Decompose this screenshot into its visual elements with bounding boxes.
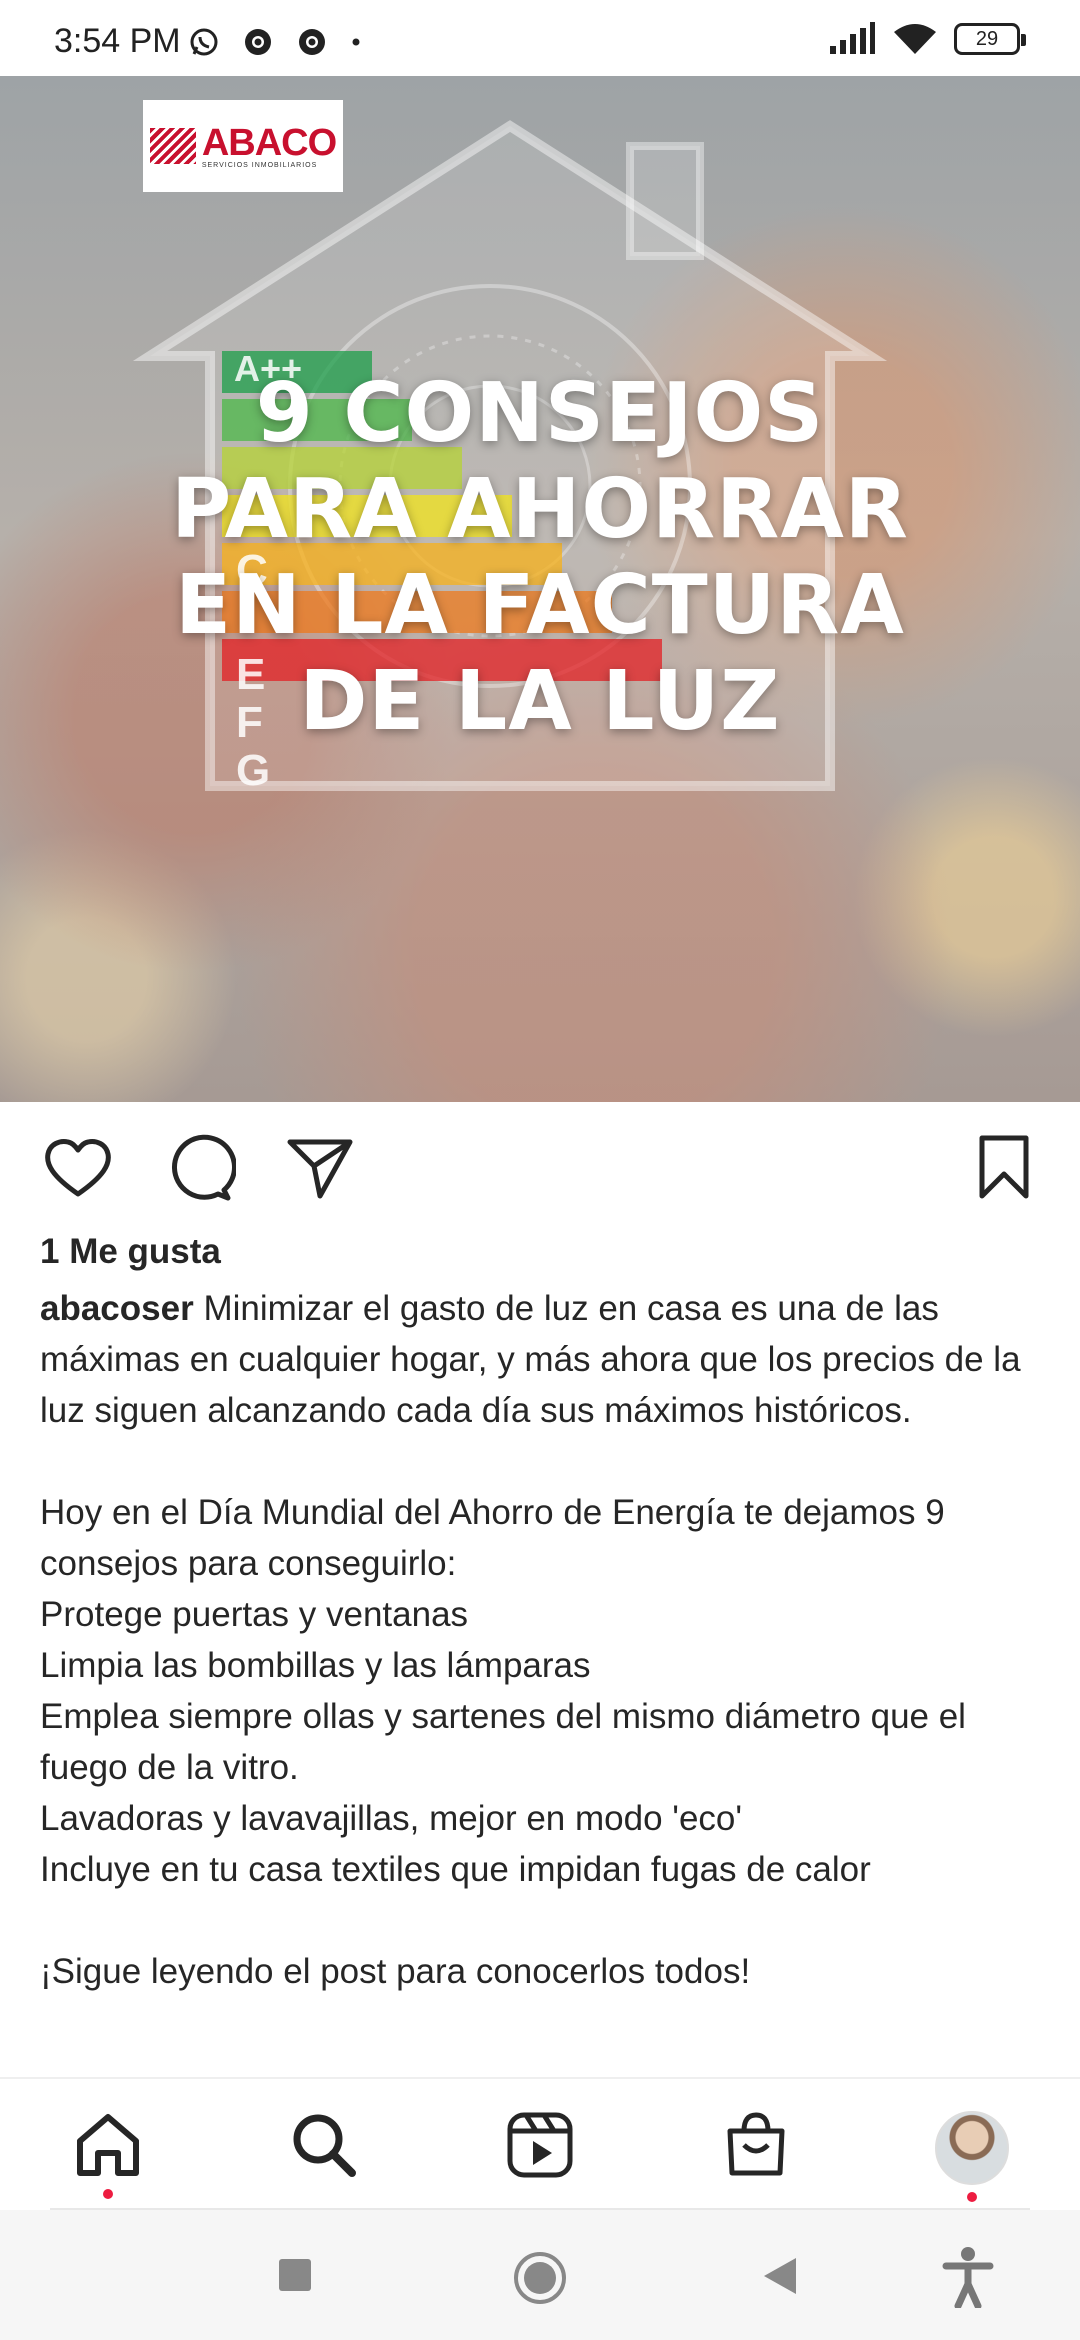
share-icon[interactable] [284, 1132, 356, 1204]
caption-line: Hoy en el Día Mundial del Ahorro de Ener… [40, 1493, 945, 1583]
whatsapp-icon [190, 28, 218, 56]
search-icon[interactable] [288, 2109, 360, 2181]
headline-line: PARA AHORRAR [171, 462, 909, 557]
headline-line: 9 CONSEJOS [255, 366, 825, 461]
headline-line: DE LA LUZ [299, 654, 781, 749]
home-icon[interactable] [72, 2109, 144, 2181]
caption-username[interactable]: abacoser [40, 1289, 194, 1328]
system-navigation-bar [0, 2210, 1080, 2340]
chrome-icon [299, 29, 325, 55]
like-count[interactable]: 1 Me gusta [40, 1232, 221, 1272]
bottom-navigation [0, 2077, 1080, 2207]
status-bar: 3:54 PM 29 [0, 0, 1080, 76]
home-circle-icon[interactable] [512, 2250, 568, 2306]
accessibility-icon[interactable] [942, 2246, 994, 2308]
heart-icon[interactable] [42, 1132, 114, 1204]
system-indicators: 29 [828, 22, 1026, 56]
signal-icon [830, 22, 875, 54]
status-time: 3:54 PM [54, 22, 181, 60]
profile-notification-dot [967, 2192, 977, 2202]
caption-outro: ¡Sigue leyendo el post para conocerlos t… [40, 1952, 751, 1991]
caption-line: Limpia las bombillas y las lámparas [40, 1646, 591, 1685]
abaco-logo: ABACO SERVICIOS INMOBILIARIOS [143, 100, 343, 192]
caption-line: Incluye en tu casa textiles que impidan … [40, 1850, 871, 1889]
bookmark-icon[interactable] [968, 1132, 1040, 1204]
battery-icon: 29 [954, 23, 1026, 55]
post-headline: 9 CONSEJOS PARA AHORRAR EN LA FACTURA DE… [0, 366, 1080, 750]
headline-line: EN LA FACTURA [175, 558, 905, 653]
wifi-icon [894, 24, 936, 54]
logo-name: ABACO [201, 121, 337, 164]
caption-line: Lavadoras y lavavajillas, mejor en modo … [40, 1799, 743, 1838]
post-action-bar [0, 1102, 1080, 1232]
back-icon[interactable] [762, 2256, 798, 2296]
chrome-icon [245, 29, 271, 55]
reels-icon[interactable] [504, 2109, 576, 2181]
caption-line: Emplea siempre ollas y sartenes del mism… [40, 1697, 966, 1787]
home-notification-dot [103, 2189, 113, 2199]
comment-icon[interactable] [164, 1132, 236, 1204]
logo-mark [149, 128, 196, 164]
energy-grade-label: G [236, 746, 271, 795]
profile-avatar[interactable] [935, 2111, 1009, 2185]
caption-line: Protege puertas y ventanas [40, 1595, 469, 1634]
post-image[interactable]: A++ C E F G ABACO SERVICIOS INMOBILIARIO… [0, 76, 1080, 1102]
battery-level: 29 [975, 27, 999, 50]
notification-icons [188, 26, 362, 58]
dot-icon [352, 38, 360, 46]
logo-subtext: SERVICIOS INMOBILIARIOS [201, 161, 318, 169]
shop-icon[interactable] [720, 2109, 792, 2181]
post-caption: abacoser Minimizar el gasto de luz en ca… [40, 1283, 1050, 1997]
recent-apps-icon[interactable] [278, 2258, 312, 2292]
